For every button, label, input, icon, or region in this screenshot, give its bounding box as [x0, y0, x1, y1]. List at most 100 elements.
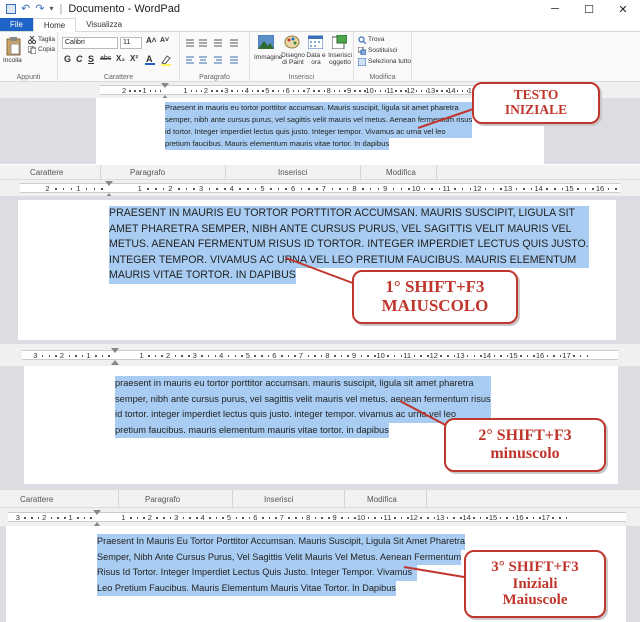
scissors-icon[interactable]	[28, 36, 36, 44]
text-line[interactable]: Leo Pretium Faucibus. Mauris Elementum M…	[97, 580, 396, 596]
selected-text[interactable]: Praesent In Mauris Eu Tortor Porttitor A…	[97, 534, 465, 596]
ruler-tick-dot	[241, 90, 244, 92]
hanging-indent-marker[interactable]	[111, 360, 119, 365]
text-line[interactable]: praesent in mauris eu tortor porttitor a…	[115, 376, 491, 392]
grow-font-button[interactable]: A˄	[146, 36, 156, 45]
text-line[interactable]: semper, nibh ante cursus purus, vel sagi…	[115, 391, 491, 407]
text-line[interactable]: pretium faucibus. mauris elementum mauri…	[115, 422, 389, 438]
ruler-tick-dot	[559, 355, 562, 357]
ruler-tick-dot	[37, 517, 40, 519]
text-line[interactable]: id tortor. Integer imperdiet lectus quis…	[165, 126, 473, 138]
superscript-button[interactable]: X²	[130, 54, 138, 63]
text-line[interactable]: PRAESENT IN MAURIS EU TORTOR PORTTITOR A…	[109, 206, 589, 222]
save-icon[interactable]	[6, 4, 16, 14]
text-line[interactable]: INTEGER TEMPOR. VIVAMUS AC URNA VEL LEO …	[109, 252, 589, 268]
replace-label[interactable]: Sostituisci	[368, 47, 397, 54]
ruler-tick-dot	[139, 90, 141, 92]
ruler-tick-dot	[50, 517, 53, 519]
text-color-icon[interactable]: A	[144, 54, 156, 66]
underline-button[interactable]: S	[88, 54, 94, 64]
ruler-tick-dot	[214, 355, 217, 357]
calendar-icon[interactable]	[308, 35, 323, 49]
text-line[interactable]: AMET PHARETRA SEMPER, NIBH ANTE CURSUS P…	[109, 221, 589, 237]
shrink-font-button[interactable]: A˅	[160, 37, 169, 44]
text-line[interactable]: semper, nibh ante cursus purus, vel sagi…	[165, 114, 473, 126]
paste-icon[interactable]	[6, 36, 22, 56]
tab-file[interactable]: File	[0, 18, 33, 31]
strikethrough-button[interactable]: abc	[100, 55, 111, 62]
bold-button[interactable]: G	[64, 54, 71, 64]
replace-icon[interactable]	[358, 47, 366, 55]
select-all-icon[interactable]	[358, 58, 366, 66]
ruler-tick-label: 12	[409, 513, 418, 522]
ruler-tick-dot	[57, 517, 59, 519]
font-size-select[interactable]: 11	[120, 37, 142, 49]
ruler-tick-label: 11	[442, 184, 451, 193]
text-line[interactable]: Risus Id Tortor. Integer Imperdiet Lectu…	[97, 565, 417, 581]
copy-label[interactable]: Copia	[38, 46, 55, 53]
left-indent-marker[interactable]	[111, 348, 119, 353]
ruler-tick-dot	[215, 517, 218, 519]
highlight-icon[interactable]	[160, 54, 172, 66]
ruler-tick-dot	[295, 517, 297, 519]
title-bar: ↶ ↷ ▾ | Documento - WordPad ─ ☐ ✕	[0, 0, 640, 18]
tab-visualizza[interactable]: Visualizza	[76, 18, 132, 31]
copy-icon[interactable]	[28, 46, 36, 54]
minimize-button[interactable]: ─	[538, 0, 572, 18]
undo-icon[interactable]: ↶	[21, 4, 30, 15]
selected-text[interactable]: praesent in mauris eu tortor porttitor a…	[115, 376, 491, 438]
ruler-tick-dot	[248, 517, 251, 519]
group-bar-label: Modifica	[367, 495, 397, 504]
close-button[interactable]: ✕	[606, 0, 640, 18]
left-indent-marker[interactable]	[93, 510, 101, 515]
ruler-tick-label: 14	[462, 513, 471, 522]
find-icon[interactable]	[358, 36, 366, 44]
callout-minuscolo: 2° SHIFT+F3 minuscolo	[444, 418, 606, 472]
text-line[interactable]: Praesent in mauris eu tortor porttitor a…	[165, 102, 473, 114]
cut-label[interactable]: Taglia	[38, 36, 55, 43]
ruler-tick-dot	[200, 90, 203, 92]
group-clipboard: Incolla Taglia Copia Appunti	[0, 32, 58, 82]
italic-button[interactable]: C	[76, 54, 83, 64]
selected-text[interactable]: PRAESENT IN MAURIS EU TORTOR PORTTITOR A…	[109, 206, 589, 284]
ruler-tick-dot	[70, 188, 73, 190]
text-line[interactable]: MAURIS VITAE TORTOR. IN DAPIBUS	[109, 268, 296, 284]
text-line[interactable]: pretium faucibus. Mauris elementum mauri…	[165, 138, 390, 150]
ruler-tick-dot	[75, 355, 77, 357]
left-indent-marker[interactable]	[161, 83, 169, 88]
find-label[interactable]: Trova	[368, 36, 384, 43]
insert-object-label[interactable]: Inserisci oggetto	[328, 52, 352, 66]
left-indent-marker[interactable]	[105, 181, 113, 186]
maximize-button[interactable]: ☐	[572, 0, 606, 18]
paint-label[interactable]: Disegno di Paint	[280, 52, 306, 66]
select-all-label[interactable]: Seleziona tutto	[368, 58, 411, 65]
ruler-tick-dot	[41, 355, 44, 357]
text-line[interactable]: Praesent In Mauris Eu Tortor Porttitor A…	[97, 534, 465, 550]
redo-icon[interactable]: ↷	[35, 4, 44, 15]
group-bar-label: Paragrafo	[145, 495, 181, 504]
ruler-tick-label: 5	[265, 86, 270, 95]
text-line[interactable]: Semper, Nibh Ante Cursus Purus, Vel Sagi…	[97, 549, 462, 565]
ruler-tick-dot	[392, 188, 395, 190]
image-icon[interactable]	[258, 35, 274, 49]
customize-dropdown-icon[interactable]: ▾	[49, 4, 53, 14]
ruler-tick-dot	[400, 517, 403, 519]
ruler-tick-dot	[607, 188, 610, 190]
paint-icon[interactable]	[284, 35, 300, 49]
image-label[interactable]: Immagine	[254, 54, 283, 61]
paragraph-tools-icon[interactable]	[184, 37, 246, 71]
ruler-tick-label: 12	[429, 351, 438, 360]
callout-line: INIZIALE	[504, 102, 568, 117]
ruler-tick-dot	[169, 517, 172, 519]
ruler-tick-dot	[241, 355, 243, 357]
subscript-button[interactable]: X₂	[116, 54, 125, 63]
ruler-tick-label: 14	[534, 184, 543, 193]
date-time-label[interactable]: Data e ora	[306, 52, 326, 66]
paste-label[interactable]: Incolla	[3, 57, 22, 64]
tab-home[interactable]: Home	[32, 18, 77, 32]
text-line[interactable]: METUS. AENEAN FERMENTUM RISUS ID TORTOR.…	[109, 237, 589, 253]
selected-text[interactable]: Praesent in mauris eu tortor porttitor a…	[165, 102, 473, 150]
text-line[interactable]: id tortor. integer imperdiet lectus quis…	[115, 407, 491, 423]
font-family-select[interactable]: Calibri	[62, 37, 118, 49]
object-icon[interactable]	[332, 35, 347, 49]
